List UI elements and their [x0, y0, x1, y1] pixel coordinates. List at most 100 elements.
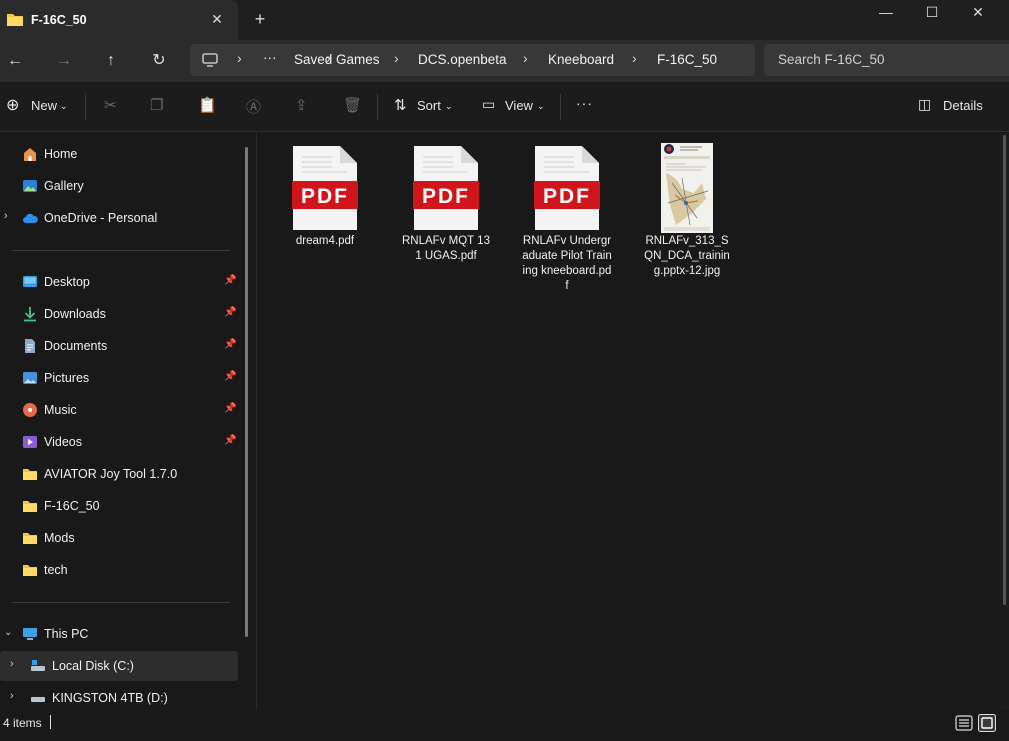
- navigation-pane: Home Gallery › OneDrive - Personal Deskt…: [0, 133, 256, 710]
- rename-icon[interactable]: Ⓐ: [246, 96, 261, 117]
- music-icon: [23, 403, 37, 417]
- chevron-down-icon[interactable]: ⌄: [537, 101, 545, 112]
- close-tab-icon[interactable]: ✕: [208, 10, 226, 28]
- documents-icon: [25, 339, 35, 353]
- forward-button[interactable]: →: [53, 50, 75, 72]
- copy-icon[interactable]: ❐: [150, 96, 163, 114]
- search-input[interactable]: Search F-16C_50: [764, 44, 1009, 76]
- sidebar-item-onedrive[interactable]: › OneDrive - Personal: [0, 203, 238, 233]
- pin-icon[interactable]: 📌: [224, 403, 236, 414]
- plus-circle-icon[interactable]: ⊕: [6, 95, 19, 115]
- sidebar-divider: [12, 602, 230, 603]
- home-icon: [24, 148, 36, 161]
- toolbar-divider: [560, 94, 561, 120]
- breadcrumb-overflow[interactable]: ···: [263, 50, 277, 65]
- chevron-right-icon[interactable]: ›: [523, 50, 528, 66]
- folder-icon: [23, 501, 37, 512]
- chevron-right-icon[interactable]: ›: [4, 210, 8, 222]
- sort-icon[interactable]: ⇅: [394, 96, 407, 114]
- refresh-button[interactable]: ↻: [148, 50, 170, 72]
- sidebar-item-this-pc[interactable]: ⌄ This PC: [0, 619, 238, 649]
- chevron-right-icon[interactable]: ›: [394, 50, 399, 66]
- pin-icon[interactable]: 📌: [224, 275, 236, 286]
- view-icon[interactable]: ▭: [482, 96, 495, 113]
- details-button[interactable]: Details: [943, 98, 983, 113]
- pin-icon[interactable]: 📌: [224, 435, 236, 446]
- file-item[interactable]: PDF RNLAFv MQT 131 UGAS.pdf: [401, 143, 491, 264]
- file-name: RNLAFv MQT 131 UGAS.pdf: [402, 235, 490, 262]
- sidebar-item-music[interactable]: Music 📌: [0, 395, 238, 425]
- pin-icon[interactable]: 📌: [224, 371, 236, 382]
- chevron-down-icon[interactable]: ⌄: [60, 101, 68, 112]
- sidebar-item-pictures[interactable]: Pictures 📌: [0, 363, 238, 393]
- chevron-down-icon[interactable]: ⌄: [445, 101, 453, 112]
- maximize-button[interactable]: ☐: [922, 3, 942, 21]
- new-button[interactable]: New: [31, 98, 57, 113]
- view-button[interactable]: View: [505, 98, 533, 113]
- scrollbar-thumb[interactable]: [1003, 135, 1006, 605]
- breadcrumb[interactable]: › ··· › Saved Games › DCS.openbeta › Kne…: [190, 44, 755, 76]
- sort-button[interactable]: Sort: [417, 98, 441, 113]
- sidebar-item-home[interactable]: Home: [0, 139, 238, 169]
- monitor-icon: [202, 53, 218, 67]
- breadcrumb-dcs-openbeta[interactable]: DCS.openbeta: [418, 52, 507, 67]
- toolbar-divider: [85, 94, 86, 120]
- breadcrumb-saved-games[interactable]: Saved Games: [294, 52, 380, 67]
- status-divider: [50, 715, 51, 729]
- title-bar: F-16C_50 ✕ + — ☐ ✕: [0, 0, 1009, 40]
- cut-icon[interactable]: ✂: [104, 96, 117, 114]
- delete-icon[interactable]: 🗑: [343, 96, 362, 114]
- item-count: 4 items: [3, 716, 42, 730]
- breadcrumb-kneeboard[interactable]: Kneeboard: [548, 52, 614, 67]
- chevron-right-icon[interactable]: ›: [632, 50, 637, 66]
- svg-text:PDF: PDF: [422, 185, 470, 208]
- file-item[interactable]: RNLAFv_313_SQN_DCA_training.pptx-12.jpg: [642, 143, 732, 279]
- chevron-right-icon[interactable]: ›: [10, 690, 14, 702]
- file-name: RNLAFv_313_SQN_DCA_training.pptx-12.jpg: [644, 235, 730, 277]
- download-icon: [24, 307, 36, 322]
- share-icon[interactable]: ⇪: [295, 96, 308, 114]
- sidebar-item-downloads[interactable]: Downloads 📌: [0, 299, 238, 329]
- tab-f16c50[interactable]: F-16C_50 ✕: [0, 0, 238, 40]
- image-thumbnail: [661, 143, 713, 233]
- paste-icon[interactable]: 📋: [198, 96, 217, 114]
- tab-title: F-16C_50: [31, 13, 87, 27]
- chevron-right-icon[interactable]: ›: [10, 658, 14, 670]
- details-view-icon[interactable]: [955, 714, 973, 732]
- sidebar-item-gallery[interactable]: Gallery: [0, 171, 238, 201]
- sidebar-item-tech[interactable]: tech: [0, 555, 238, 585]
- minimize-button[interactable]: —: [876, 3, 896, 21]
- chevron-down-icon[interactable]: ⌄: [4, 627, 12, 638]
- address-row: ← → ↑ ↻ › ··· › Saved Games › DCS.openbe…: [0, 40, 1009, 82]
- large-icons-view-icon[interactable]: [978, 714, 996, 732]
- sidebar-item-f16c50[interactable]: F-16C_50: [0, 491, 238, 521]
- breadcrumb-f16c50[interactable]: F-16C_50: [657, 52, 717, 67]
- details-pane-icon[interactable]: ◫: [918, 96, 931, 113]
- file-item[interactable]: PDF dream4.pdf: [280, 143, 370, 249]
- pin-icon[interactable]: 📌: [224, 307, 236, 318]
- sidebar-item-desktop[interactable]: Desktop 📌: [0, 267, 238, 297]
- more-options-icon[interactable]: ···: [576, 95, 593, 111]
- folder-icon: [23, 533, 37, 544]
- status-bar: 4 items: [0, 710, 1009, 741]
- file-view: PDF dream4.pdf PDF RNLAFv MQT 131 UGAS.p…: [257, 133, 1009, 710]
- sidebar-item-aviator-joy-tool[interactable]: AVIATOR Joy Tool 1.7.0: [0, 459, 238, 489]
- close-window-button[interactable]: ✕: [968, 3, 988, 21]
- chevron-right-icon[interactable]: ›: [237, 50, 242, 66]
- folder-icon: [23, 469, 37, 480]
- back-button[interactable]: ←: [4, 50, 26, 72]
- sidebar-item-videos[interactable]: Videos 📌: [0, 427, 238, 457]
- file-item[interactable]: PDF RNLAFv Undergraduate Pilot Training …: [522, 143, 612, 294]
- sidebar-scrollbar[interactable]: [245, 147, 248, 637]
- pin-icon[interactable]: 📌: [224, 339, 236, 350]
- up-button[interactable]: ↑: [100, 50, 122, 72]
- sidebar-item-documents[interactable]: Documents 📌: [0, 331, 238, 361]
- cloud-icon: [23, 213, 38, 223]
- content-scrollbar[interactable]: [1000, 133, 1009, 710]
- new-tab-button[interactable]: +: [250, 9, 270, 29]
- sidebar-item-kingston-d[interactable]: › KINGSTON 4TB (D:): [0, 683, 238, 713]
- sidebar-item-mods[interactable]: Mods: [0, 523, 238, 553]
- pdf-file-icon: PDF: [292, 146, 358, 230]
- gallery-icon: [23, 180, 37, 192]
- sidebar-item-local-disk-c[interactable]: › Local Disk (C:): [0, 651, 238, 681]
